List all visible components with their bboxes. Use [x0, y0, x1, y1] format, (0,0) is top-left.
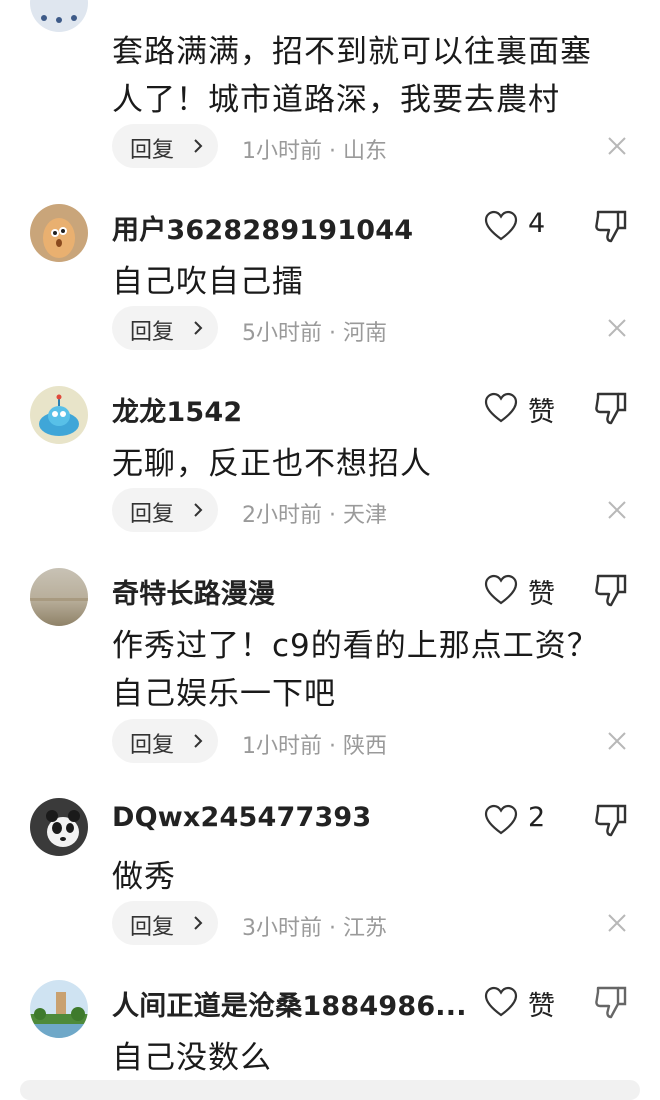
bottom-input-bar[interactable] [20, 1080, 640, 1100]
thumbs-down-icon[interactable] [592, 983, 630, 1021]
avatar[interactable] [30, 568, 88, 626]
reply-label: 回复 [130, 502, 175, 527]
username[interactable]: 用户3628289191044 [112, 208, 413, 247]
thumbs-down-icon[interactable] [592, 389, 630, 427]
thumbs-down-icon[interactable] [592, 801, 630, 839]
like-button[interactable]: 赞 [472, 388, 582, 428]
reply-button[interactable]: 回复 [112, 719, 218, 763]
reply-label: 回复 [130, 138, 175, 163]
like-button[interactable]: 2 [472, 800, 582, 840]
comment-text: 做秀 [112, 859, 176, 895]
heart-outline-icon [484, 574, 518, 605]
comment-meta: 5小时前 · 河南 [242, 321, 387, 346]
close-icon[interactable] [606, 135, 628, 157]
comment-text-line: 套路满满，招不到就可以往裏面塞 [112, 34, 592, 70]
comment-meta: 2小时前 · 天津 [242, 503, 387, 528]
heart-outline-icon [484, 986, 518, 1017]
avatar[interactable] [30, 980, 88, 1038]
thumbs-down-icon[interactable] [592, 207, 630, 245]
reply-button[interactable]: 回复 [112, 306, 218, 350]
close-icon[interactable] [606, 730, 628, 752]
like-label: 赞 [528, 991, 555, 1022]
close-icon[interactable] [606, 912, 628, 934]
like-label: 赞 [528, 397, 555, 428]
chevron-right-icon [194, 321, 203, 335]
reply-button[interactable]: 回复 [112, 901, 218, 945]
username[interactable]: 人间正道是沧桑1884986... [112, 984, 467, 1023]
comment-meta: 3小时前 · 江苏 [242, 916, 387, 941]
reply-label: 回复 [130, 915, 175, 940]
chevron-right-icon [194, 503, 203, 517]
comment-item: 套路满满，招不到就可以往裏面塞 人了！城市道路深，我要去農村 回复 1小时前 ·… [0, 0, 660, 180]
username[interactable]: 龙龙1542 [112, 390, 242, 429]
reply-button[interactable]: 回复 [112, 124, 218, 168]
like-label: 赞 [528, 579, 555, 610]
chevron-right-icon [194, 139, 203, 153]
reply-button[interactable]: 回复 [112, 488, 218, 532]
username[interactable]: DQwx245477393 [112, 802, 371, 833]
comment-meta: 1小时前 · 山东 [242, 139, 387, 164]
comment-text-line: 人了！城市道路深，我要去農村 [112, 82, 560, 118]
like-count: 4 [528, 208, 546, 239]
close-icon[interactable] [606, 499, 628, 521]
heart-outline-icon [484, 210, 518, 241]
like-button[interactable]: 赞 [472, 570, 582, 610]
like-count: 2 [528, 802, 546, 833]
comment-text: 自己吹自己擂 [112, 264, 304, 300]
comment-text: 自己没数么 [112, 1040, 272, 1076]
reply-label: 回复 [130, 733, 175, 758]
like-button[interactable]: 赞 [472, 982, 582, 1022]
comment-text-line: 作秀过了！c9的看的上那点工资？ [112, 628, 599, 664]
avatar[interactable] [30, 386, 88, 444]
avatar[interactable] [30, 798, 88, 856]
chevron-right-icon [194, 734, 203, 748]
comment-text: 无聊，反正也不想招人 [112, 446, 432, 482]
thumbs-down-icon[interactable] [592, 571, 630, 609]
comment-text-line: 自己娱乐一下吧 [112, 676, 336, 712]
reply-label: 回复 [130, 320, 175, 345]
heart-outline-icon [484, 804, 518, 835]
chevron-right-icon [194, 916, 203, 930]
like-button[interactable]: 4 [472, 206, 582, 246]
close-icon[interactable] [606, 317, 628, 339]
avatar[interactable] [30, 204, 88, 262]
heart-outline-icon [484, 392, 518, 423]
comment-meta: 1小时前 · 陕西 [242, 734, 387, 759]
username[interactable]: 奇特长路漫漫 [112, 572, 275, 611]
